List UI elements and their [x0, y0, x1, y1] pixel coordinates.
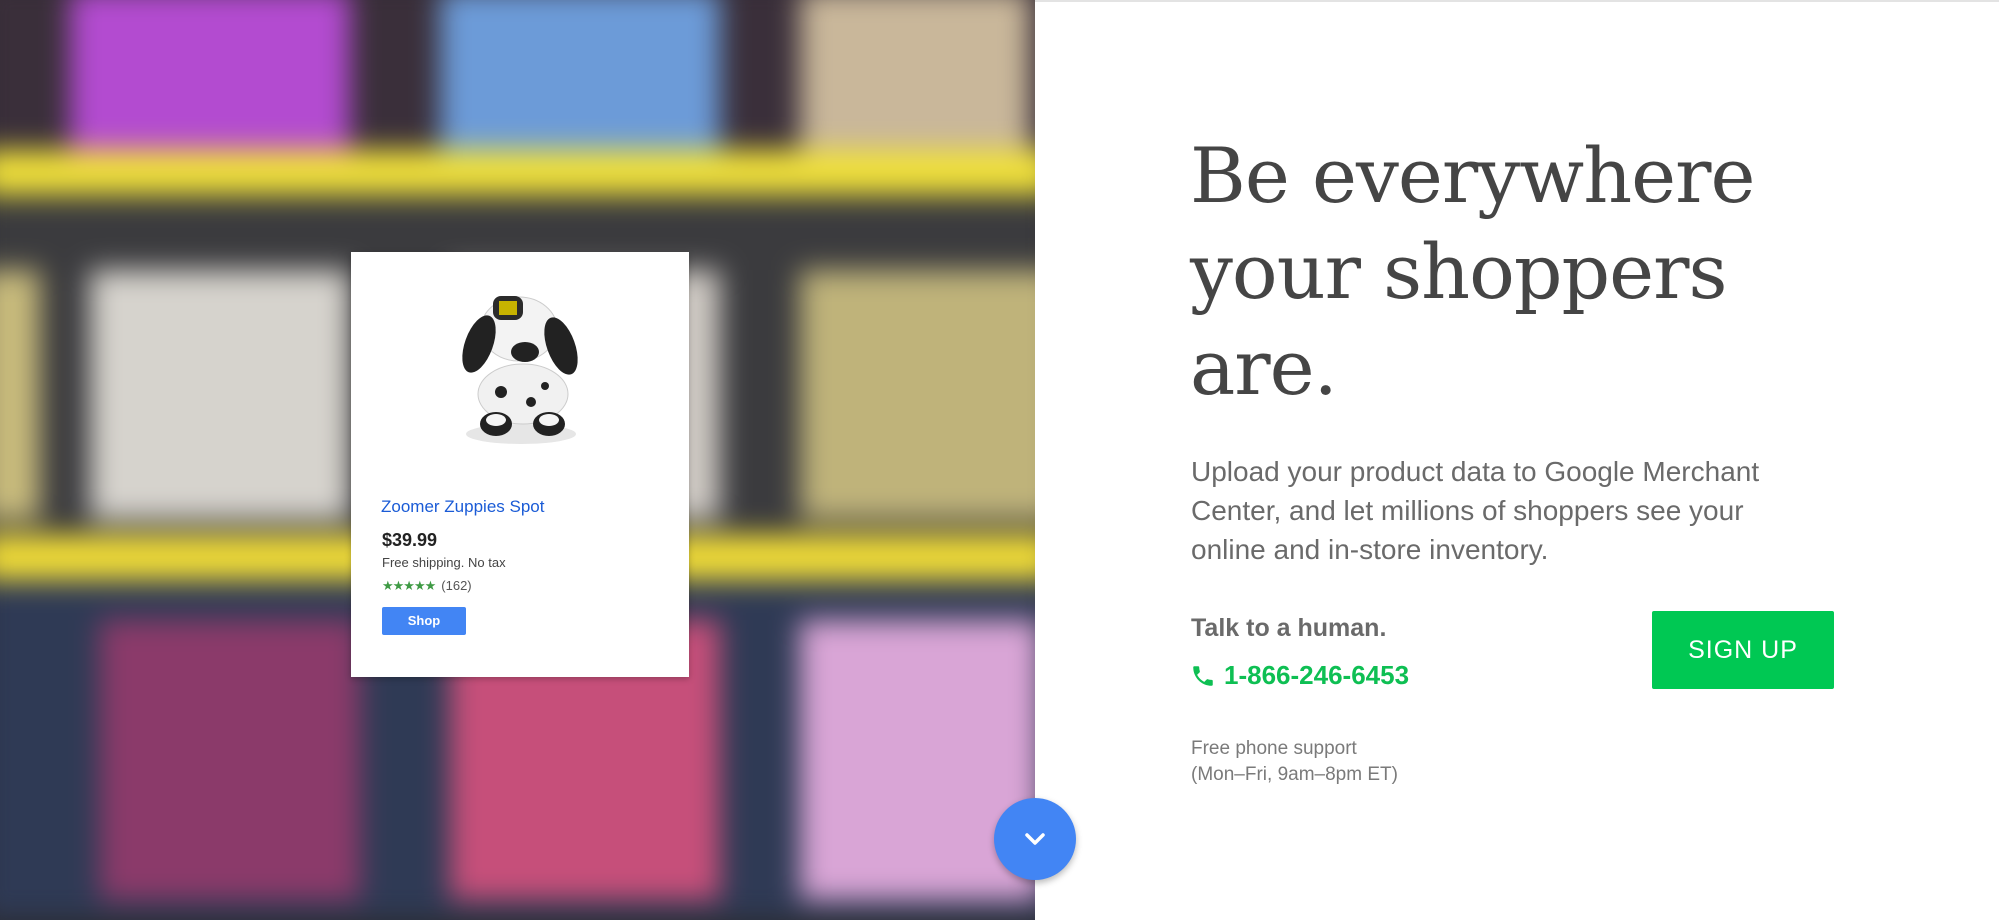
hero-background-image: Zoomer Zuppies Spot $39.99 Free shipping…: [0, 0, 1035, 920]
talk-to-human-label: Talk to a human.: [1191, 614, 1387, 642]
rating-count: (162): [441, 578, 472, 593]
hero-subtext: Upload your product data to Google Merch…: [1191, 456, 1760, 565]
headline-line-3: are.: [1190, 323, 1338, 412]
phone-number-link[interactable]: 1-866-246-6453: [1224, 660, 1409, 691]
phone-contact[interactable]: 1-866-246-6453: [1190, 660, 1409, 691]
product-shipping-info: Free shipping. No tax: [382, 555, 506, 570]
chevron-down-icon: [1025, 833, 1045, 845]
page-headline: Be everywhere your shoppers are.: [1190, 128, 1755, 416]
headline-line-2: your shoppers: [1190, 227, 1727, 316]
product-rating: ★★★★★ (162): [382, 578, 472, 594]
robot-dog-product-image: [462, 296, 578, 444]
header-divider: [1035, 0, 1999, 2]
scroll-down-button[interactable]: [994, 798, 1076, 880]
support-note: Free phone support: [1191, 738, 1357, 759]
phone-icon: [1193, 665, 1213, 686]
headline-line-1: Be everywhere: [1190, 131, 1755, 220]
support-hours: (Mon–Fri, 9am–8pm ET): [1191, 764, 1398, 785]
product-price: $39.99: [382, 530, 438, 550]
signup-button[interactable]: SIGN UP: [1652, 611, 1834, 689]
shop-button[interactable]: Shop: [382, 607, 466, 635]
rating-stars-icon: ★★★★★: [382, 578, 436, 593]
product-title-link[interactable]: Zoomer Zuppies Spot: [381, 497, 544, 517]
product-card: Zoomer Zuppies Spot $39.99 Free shipping…: [351, 252, 689, 677]
